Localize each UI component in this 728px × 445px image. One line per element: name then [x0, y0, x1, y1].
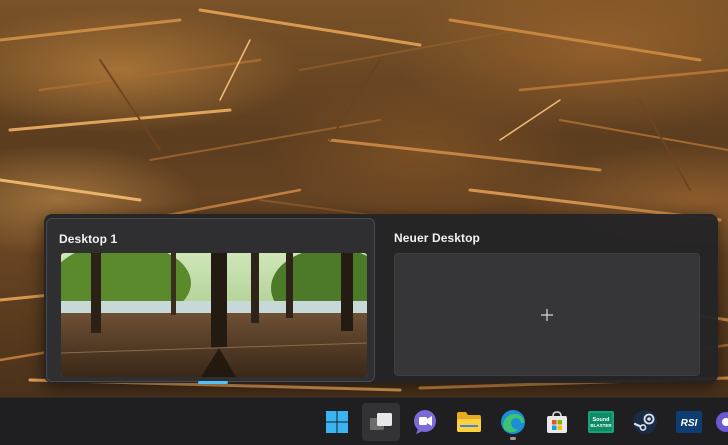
windows-start-icon[interactable] [318, 403, 356, 441]
edge-browser-icon[interactable] [494, 403, 532, 441]
svg-text:BLASTER: BLASTER [590, 423, 612, 428]
new-desktop-card[interactable]: Neuer Desktop [382, 218, 711, 382]
taskbar: Sound BLASTER RSI [0, 397, 728, 445]
new-desktop-button[interactable] [394, 253, 700, 376]
desktop-title: Neuer Desktop [394, 231, 480, 245]
plus-icon [541, 308, 553, 321]
rsi-launcher-icon[interactable]: RSI [670, 403, 708, 441]
steam-icon[interactable] [626, 403, 664, 441]
active-desktop-indicator [198, 381, 228, 384]
task-view-desktops-panel: Desktop 1 Neuer Desktop [44, 214, 718, 384]
desktop-thumbnail-image [61, 253, 367, 377]
svg-text:RSI: RSI [681, 418, 698, 429]
teams-chat-icon[interactable] [406, 403, 444, 441]
desktop-thumbnail[interactable] [61, 253, 367, 377]
task-view-icon[interactable] [362, 403, 400, 441]
overflow-app-icon[interactable] [714, 403, 728, 441]
sound-blaster-icon[interactable]: Sound BLASTER [582, 403, 620, 441]
microsoft-store-icon[interactable] [538, 403, 576, 441]
desktop-title: Desktop 1 [59, 232, 118, 246]
running-indicator [510, 437, 516, 440]
file-explorer-icon[interactable] [450, 403, 488, 441]
desktop-card-1[interactable]: Desktop 1 [46, 218, 375, 384]
